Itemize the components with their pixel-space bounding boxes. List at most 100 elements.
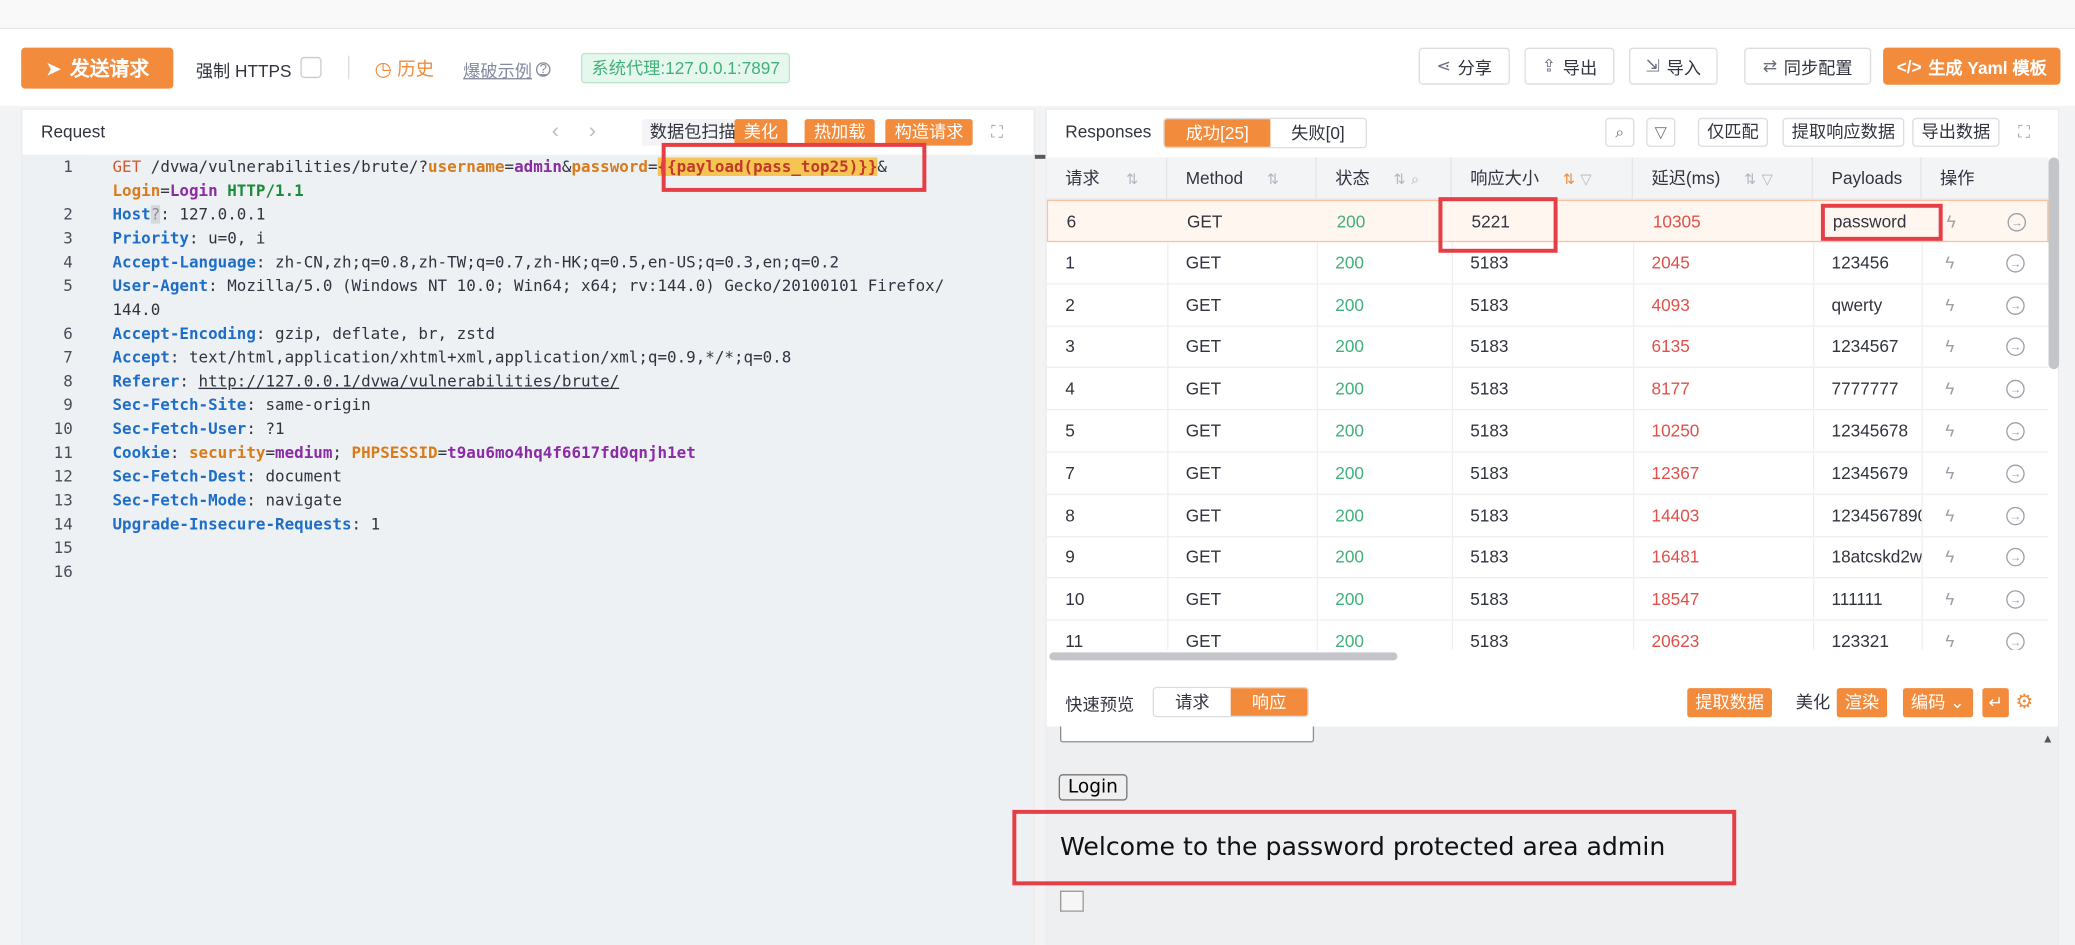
share-icon: ⋖ bbox=[1436, 55, 1451, 76]
hotload-button[interactable]: 热加载 bbox=[804, 119, 875, 146]
table-vertical-scrollbar[interactable] bbox=[2048, 157, 2060, 370]
main-toolbar: ➤ 发送请求 强制 HTTPS ◷ 历史 爆破示例 ? 系统代理:127.0.0… bbox=[0, 29, 2075, 106]
extract-response-button[interactable]: 提取响应数据 bbox=[1782, 117, 1905, 147]
render-button[interactable]: 渲染 bbox=[1836, 688, 1888, 718]
go-arrow-icon[interactable]: → bbox=[2007, 213, 2027, 232]
responses-header: Responses 成功[25] 失败[0] ⌕ ▽ 仅匹配 提取响应数据 导出… bbox=[1047, 110, 2058, 155]
response-preview: ▲ Login Welcome to the password protecte… bbox=[1046, 726, 2058, 945]
code-icon: </> bbox=[1896, 56, 1922, 77]
welcome-message: Welcome to the password protected area a… bbox=[1059, 832, 1666, 862]
request-editor[interactable]: 1 2 3 4 5 6 7 8 9 10 11 12 13 14 15 16 G… bbox=[22, 154, 1034, 945]
expand-icon[interactable]: ⛶ bbox=[991, 122, 1003, 143]
back-arrow-icon[interactable]: ‹ bbox=[552, 120, 559, 144]
go-arrow-icon[interactable]: → bbox=[2006, 590, 2025, 609]
go-arrow-icon[interactable]: → bbox=[2006, 380, 2025, 399]
go-arrow-icon[interactable]: → bbox=[2006, 464, 2025, 483]
gear-icon[interactable]: ⚙ bbox=[2015, 689, 2033, 713]
tab-failed[interactable]: 失败[0] bbox=[1269, 119, 1366, 147]
table-row[interactable]: 7 GET 200 5183 12367 12345679 ϟ → bbox=[1046, 452, 2049, 495]
share-button[interactable]: ⋖ 分享 bbox=[1418, 47, 1510, 85]
table-row[interactable]: 5 GET 200 5183 10250 12345678 ϟ → bbox=[1046, 410, 2049, 453]
cell-payload: 123321 bbox=[1831, 631, 1889, 650]
row-actions: ϟ → bbox=[1921, 410, 2048, 452]
history-button[interactable]: ◷ 历史 bbox=[375, 56, 435, 82]
go-arrow-icon[interactable]: → bbox=[2006, 548, 2025, 567]
send-request-button[interactable]: ➤ 发送请求 bbox=[21, 47, 174, 89]
generate-yaml-button[interactable]: </> 生成 Yaml 模板 bbox=[1883, 47, 2061, 85]
table-row[interactable]: 6 GET 200 5221 10305 password ϟ → bbox=[1046, 199, 2049, 243]
bolt-icon[interactable]: ϟ bbox=[1945, 368, 1954, 410]
table-row[interactable]: 4 GET 200 5183 8177 7777777 ϟ → bbox=[1046, 368, 2049, 411]
import-button[interactable]: ⇲ 导入 bbox=[1629, 47, 1718, 85]
bolt-icon[interactable]: ϟ bbox=[1945, 284, 1954, 326]
bolt-icon[interactable]: ϟ bbox=[1947, 201, 1956, 243]
bolt-icon[interactable]: ϟ bbox=[1945, 326, 1954, 368]
table-row[interactable]: 9 GET 200 5183 16481 18atcskd2w ϟ → bbox=[1046, 536, 2049, 579]
code-line: Referer: http://127.0.0.1/dvwa/vulnerabi… bbox=[112, 371, 620, 391]
go-arrow-icon[interactable]: → bbox=[2006, 337, 2025, 357]
go-arrow-icon[interactable]: → bbox=[2006, 295, 2025, 315]
sync-config-button[interactable]: ⇄ 同步配置 bbox=[1744, 47, 1872, 85]
match-only-button[interactable]: 仅匹配 bbox=[1697, 117, 1769, 147]
encode-dropdown[interactable]: 编码 ⌄ bbox=[1902, 688, 1973, 718]
cell-method: GET bbox=[1185, 378, 1222, 399]
col-delay[interactable]: 延迟(ms) ⇅ ▽ bbox=[1633, 157, 1813, 200]
cell-delay: 4093 bbox=[1651, 294, 1690, 315]
table-row[interactable]: 8 GET 200 5183 14403 1234567890 ϟ → bbox=[1046, 494, 2049, 537]
bolt-icon[interactable]: ϟ bbox=[1945, 536, 1954, 578]
expand-icon[interactable]: ⛶ bbox=[2018, 122, 2030, 143]
tab-success[interactable]: 成功[25] bbox=[1164, 119, 1270, 147]
scroll-up-icon[interactable]: ▲ bbox=[2042, 732, 2054, 745]
search-icon[interactable]: ⌕ bbox=[1605, 117, 1635, 147]
beautify-button[interactable]: 美化 bbox=[734, 119, 788, 146]
bolt-icon[interactable]: ϟ bbox=[1945, 579, 1954, 621]
build-request-button[interactable]: 构造请求 bbox=[885, 119, 973, 146]
bolt-icon[interactable]: ϟ bbox=[1945, 410, 1954, 452]
go-arrow-icon[interactable]: → bbox=[2006, 253, 2025, 273]
line-number: 12 bbox=[53, 467, 73, 486]
table-horizontal-scrollbar[interactable] bbox=[1049, 652, 1398, 661]
beautify-button[interactable]: 美化 bbox=[1789, 688, 1837, 717]
table-row[interactable]: 1 GET 200 5183 2045 123456 ϟ → bbox=[1046, 242, 2049, 285]
force-https-checkbox[interactable] bbox=[300, 56, 322, 79]
cell-method: GET bbox=[1185, 420, 1222, 441]
export-data-button[interactable]: 导出数据 bbox=[1912, 117, 2000, 147]
cell-payload: 1234567 bbox=[1831, 336, 1899, 357]
tab-request[interactable]: 请求 bbox=[1153, 688, 1231, 716]
cell-id: 8 bbox=[1065, 504, 1075, 525]
bolt-icon[interactable]: ϟ bbox=[1945, 242, 1954, 284]
col-payloads[interactable]: Payloads bbox=[1813, 157, 1922, 200]
packet-scan-button[interactable]: 数据包扫描 bbox=[641, 119, 744, 146]
code-line: Sec-Fetch-User: ?1 bbox=[112, 419, 285, 439]
password-input[interactable] bbox=[1059, 726, 1315, 743]
forward-arrow-icon[interactable]: › bbox=[589, 120, 596, 144]
bolt-icon[interactable]: ϟ bbox=[1945, 452, 1954, 494]
filter-icon[interactable]: ▽ bbox=[1646, 117, 1676, 147]
go-arrow-icon[interactable]: → bbox=[2006, 632, 2025, 650]
table-row[interactable]: 11 GET 200 5183 20623 123321 ϟ → bbox=[1047, 621, 2049, 650]
col-size[interactable]: 响应大小 ⇅ ▽ bbox=[1452, 157, 1634, 200]
export-button[interactable]: ⇪ 导出 bbox=[1524, 47, 1615, 85]
row-actions: ϟ → bbox=[1921, 494, 2048, 536]
go-arrow-icon[interactable]: → bbox=[2006, 506, 2025, 525]
col-method[interactable]: Method ⇅ bbox=[1167, 157, 1317, 200]
extract-data-button[interactable]: 提取数据 bbox=[1687, 688, 1772, 718]
bolt-icon[interactable]: ϟ bbox=[1945, 621, 1954, 650]
wrap-icon[interactable]: ↵ bbox=[1982, 688, 2009, 718]
cell-delay: 10250 bbox=[1651, 420, 1700, 441]
cell-method: GET bbox=[1185, 294, 1222, 315]
login-button[interactable]: Login bbox=[1058, 774, 1128, 801]
brute-example-link[interactable]: 爆破示例 ? bbox=[463, 57, 551, 82]
bolt-icon[interactable]: ϟ bbox=[1945, 494, 1954, 536]
col-request[interactable]: 请求 ⇅ bbox=[1047, 157, 1168, 200]
cell-size: 5183 bbox=[1470, 631, 1509, 650]
cell-id: 7 bbox=[1065, 462, 1075, 483]
table-row[interactable]: 3 GET 200 5183 6135 1234567 ϟ → bbox=[1046, 326, 2049, 369]
tab-response[interactable]: 响应 bbox=[1230, 688, 1308, 716]
col-status[interactable]: 状态 ⇅ ⌕ bbox=[1317, 157, 1452, 200]
cell-payload: 1234567890 bbox=[1831, 504, 1922, 525]
table-row[interactable]: 10 GET 200 5183 18547 111111 ϟ → bbox=[1046, 579, 2049, 621]
line-number: 10 bbox=[53, 419, 73, 439]
go-arrow-icon[interactable]: → bbox=[2006, 422, 2025, 441]
table-row[interactable]: 2 GET 200 5183 4093 qwerty ϟ → bbox=[1046, 284, 2049, 327]
